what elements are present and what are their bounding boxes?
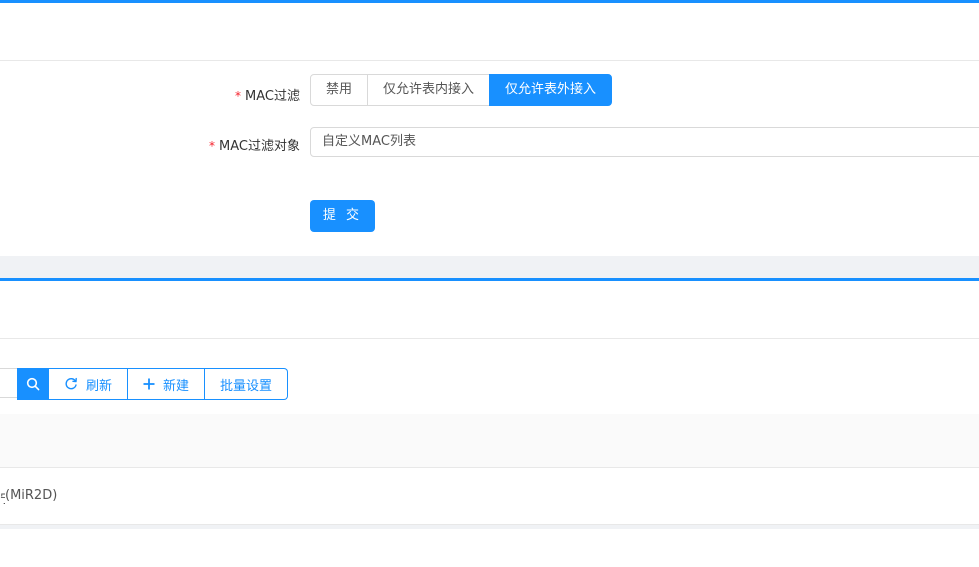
page: * MAC过滤 禁用 仅允许表内接入 仅允许表外接入 * MAC过滤对象 自定义MA… [0, 0, 979, 567]
add-label: 新建 [163, 378, 190, 394]
radio-allow-outside-list[interactable]: 仅允许表外接入 [489, 74, 613, 106]
refresh-icon [64, 377, 78, 391]
row-name-cell: (MiR2D) [5, 488, 58, 503]
list-toolbar: 刷新 新建 批量设置 [17, 368, 289, 400]
mac-filter-label-text: MAC过滤 [245, 89, 300, 104]
refresh-label: 刷新 [86, 378, 113, 394]
search-button[interactable] [17, 368, 49, 400]
mac-filter-label: * MAC过滤 [235, 85, 300, 104]
mac-list-card: 刷新 新建 批量设置 宁 (MiR2D) [0, 278, 979, 528]
required-mark: * [235, 89, 242, 103]
mac-filter-card: * MAC过滤 禁用 仅允许表内接入 仅允许表外接入 * MAC过滤对象 自定义MA… [0, 0, 979, 256]
card-header-divider [0, 338, 979, 339]
refresh-button[interactable]: 刷新 [49, 368, 129, 400]
table-header [0, 414, 979, 468]
batch-settings-button[interactable]: 批量设置 [205, 368, 289, 400]
search-input[interactable] [0, 368, 17, 398]
bottom-gap [0, 525, 979, 529]
plus-icon [143, 378, 155, 390]
mac-filter-target-select[interactable]: 自定义MAC列表 [310, 127, 979, 157]
section-gap [0, 256, 979, 278]
table-row[interactable]: 宁 (MiR2D) [0, 468, 979, 525]
mac-filter-target-label-text: MAC过滤对象 [219, 139, 300, 154]
add-button[interactable]: 新建 [128, 368, 206, 400]
card-header-divider [0, 60, 979, 61]
radio-allow-in-list[interactable]: 仅允许表内接入 [367, 74, 491, 106]
required-mark: * [209, 139, 216, 153]
search-icon [26, 377, 40, 391]
submit-button[interactable]: 提 交 [310, 200, 375, 232]
mac-filter-target-label: * MAC过滤对象 [209, 135, 300, 154]
batch-settings-label: 批量设置 [220, 378, 273, 394]
mac-filter-radio-group: 禁用 仅允许表内接入 仅允许表外接入 [310, 74, 613, 106]
radio-disabled[interactable]: 禁用 [310, 74, 369, 106]
